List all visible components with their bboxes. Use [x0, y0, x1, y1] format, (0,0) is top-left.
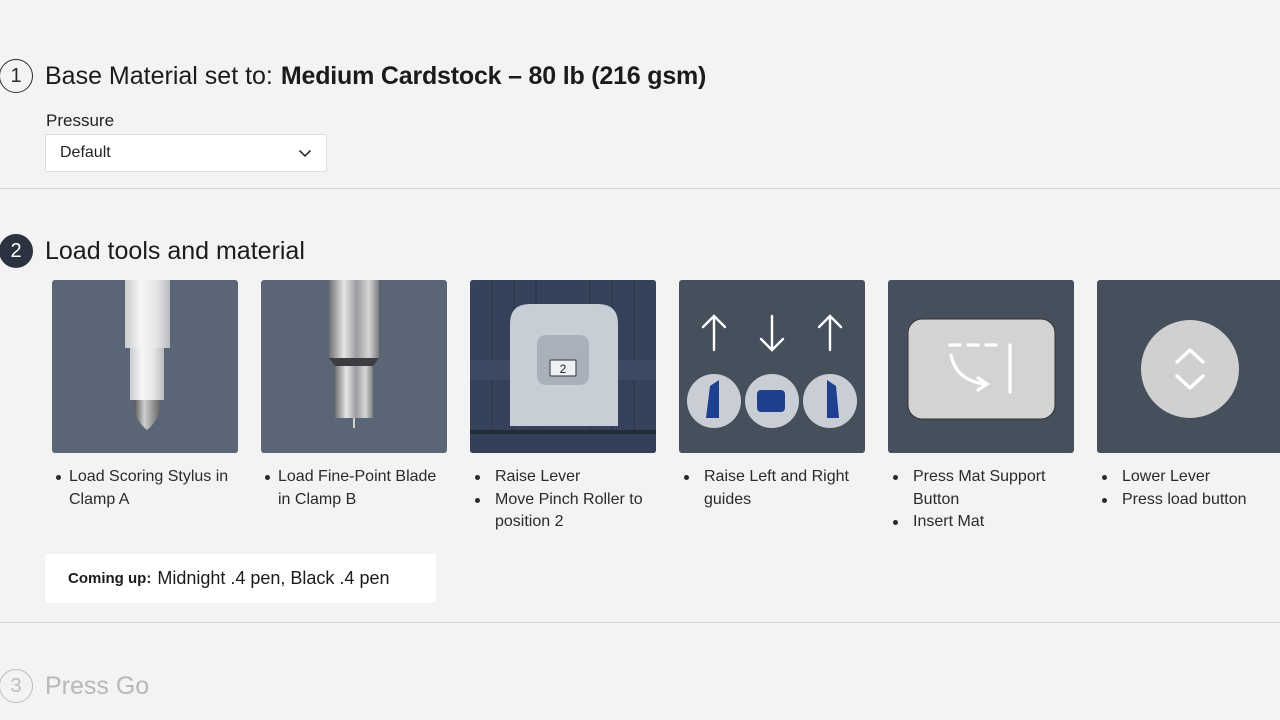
scoring-stylus-image [52, 280, 238, 453]
pinch-roller-icon: 2 [470, 280, 656, 453]
instruction-list: Load Scoring Stylus in Clamp A [52, 466, 238, 511]
pinch-roller-image: 2 [470, 280, 656, 453]
coming-up-label: Coming up: [68, 570, 152, 587]
chevron-down-icon [298, 149, 312, 158]
cut-preparation-page: 1 Base Material set to: Medium Cardstock … [0, 0, 1280, 720]
instruction-cards: Load Scoring Stylus in Clamp A Load Fine… [52, 280, 1280, 534]
instruction-item: Press load button [1097, 489, 1280, 512]
instruction-card-load-button: Lower Lever Press load button [1097, 280, 1280, 534]
pinch-roller-position-label: 2 [560, 362, 567, 376]
fine-point-blade-icon [329, 280, 379, 428]
step-3-header: 3 Press Go [0, 669, 149, 703]
instruction-item: Load Fine-Point Blade in Clamp B [261, 466, 447, 511]
instruction-item: Load Scoring Stylus in Clamp A [52, 466, 238, 511]
instruction-list: Load Fine-Point Blade in Clamp B [261, 466, 447, 511]
instruction-item: Insert Mat [888, 511, 1074, 534]
mat-support-button-icon [907, 318, 1056, 420]
instruction-card-scoring-stylus: Load Scoring Stylus in Clamp A [52, 280, 238, 534]
coming-up-panel: Coming up: Midnight .4 pen, Black .4 pen [45, 554, 436, 603]
instruction-card-pinch-roller: 2 Raise Lever Move Pinch Roller to posit… [470, 280, 656, 534]
step-2-number: 2 [0, 234, 33, 268]
section-divider [0, 622, 1280, 623]
step-3-title: Press Go [45, 671, 150, 700]
instruction-list: Raise Left and Right guides [679, 466, 865, 511]
mat-guides-image [679, 280, 865, 453]
instruction-card-mat-support: Press Mat Support Button Insert Mat [888, 280, 1074, 534]
base-material-label: Base Material set to: [45, 61, 273, 90]
step-3-number: 3 [0, 669, 33, 703]
instruction-item: Press Mat Support Button [888, 466, 1074, 511]
step-2-header: 2 Load tools and material [0, 234, 305, 268]
step-1-number: 1 [0, 59, 33, 93]
load-button-icon [1141, 320, 1239, 418]
pressure-select[interactable]: Default [45, 134, 327, 172]
section-divider [0, 188, 1280, 189]
mat-support-image [888, 280, 1074, 453]
instruction-card-mat-guides: Raise Left and Right guides [679, 280, 865, 534]
instruction-item: Raise Lever [470, 466, 656, 489]
mat-guides-icon [687, 314, 857, 428]
step-1-title: Base Material set to: Medium Cardstock – … [45, 62, 706, 91]
instruction-list: Lower Lever Press load button [1097, 466, 1280, 511]
step-2-title: Load tools and material [45, 236, 305, 265]
base-material-value: Medium Cardstock – 80 lb (216 gsm) [280, 61, 707, 90]
pressure-select-value: Default [60, 144, 111, 161]
step-1-header: 1 Base Material set to: Medium Cardstock … [0, 59, 706, 93]
load-button-image [1097, 280, 1280, 453]
fine-point-blade-image [261, 280, 447, 453]
instruction-card-fine-point-blade: Load Fine-Point Blade in Clamp B [261, 280, 447, 534]
coming-up-value: Midnight .4 pen, Black .4 pen [157, 568, 390, 588]
instruction-list: Raise Lever Move Pinch Roller to positio… [470, 466, 656, 534]
instruction-item: Raise Left and Right guides [679, 466, 865, 511]
instruction-item: Lower Lever [1097, 466, 1280, 489]
instruction-item: Move Pinch Roller to position 2 [470, 489, 656, 534]
pressure-label: Pressure [46, 111, 115, 130]
scoring-stylus-icon [125, 280, 170, 430]
instruction-list: Press Mat Support Button Insert Mat [888, 466, 1074, 534]
